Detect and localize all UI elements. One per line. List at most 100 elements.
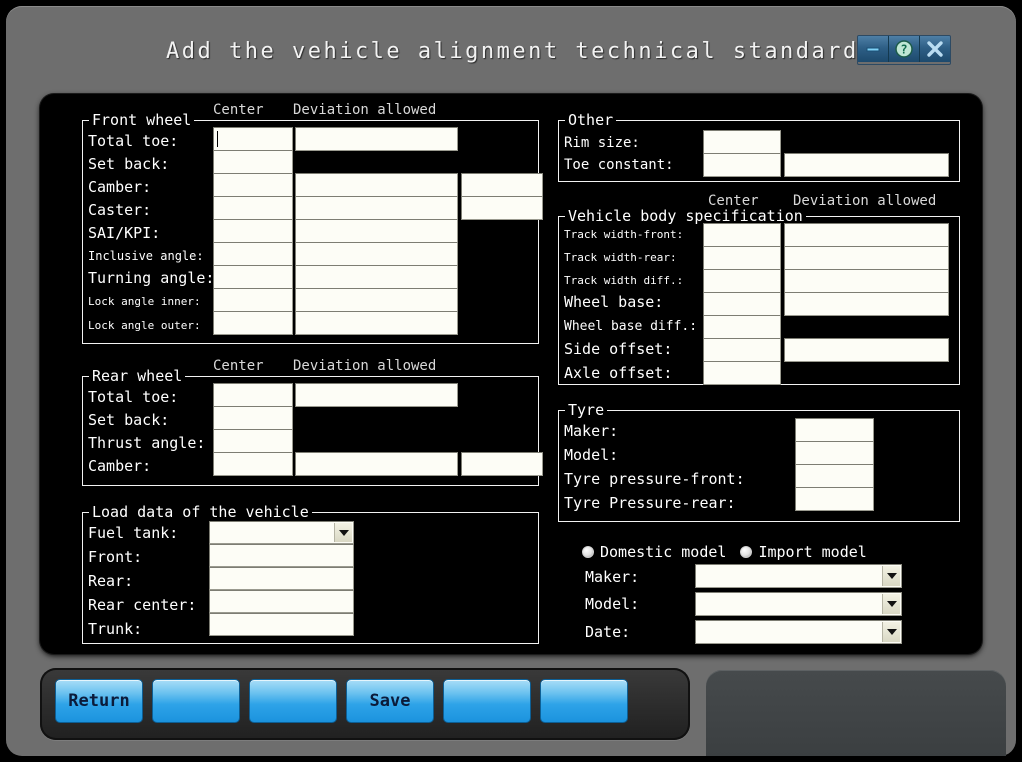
input-front-lock-outer-deviation[interactable] xyxy=(295,311,458,335)
input-side-offset-deviation[interactable] xyxy=(784,338,949,362)
toolbar-button-5[interactable] xyxy=(443,679,531,723)
tyre-legend: Tyre xyxy=(565,401,608,419)
svg-text:?: ? xyxy=(900,43,907,57)
input-front-caster-center[interactable] xyxy=(213,196,293,220)
label-tyre-maker: Maker: xyxy=(564,422,619,440)
label-vehicle-date: Date: xyxy=(585,623,631,641)
input-tyre-pressure-rear[interactable] xyxy=(795,487,874,511)
input-trunk[interactable] xyxy=(209,613,354,636)
label-front-camber: Camber: xyxy=(88,178,152,196)
chevron-down-icon[interactable] xyxy=(334,523,352,542)
chevron-down-icon[interactable] xyxy=(882,566,900,586)
label-track-width-diff: Track width diff.: xyxy=(564,274,684,287)
input-front-set-back-center[interactable] xyxy=(213,150,293,174)
input-track-width-rear-deviation[interactable] xyxy=(784,246,949,270)
label-axle-offset: Axle offset: xyxy=(564,364,673,382)
input-rear-camber-center[interactable] xyxy=(213,452,293,476)
chevron-down-icon[interactable] xyxy=(882,622,900,642)
application-window: Add the vehicle alignment technical stan… xyxy=(6,6,1016,756)
close-x-icon xyxy=(927,41,943,57)
close-button[interactable] xyxy=(920,36,950,62)
toolbar-button-6[interactable] xyxy=(540,679,628,723)
front-center-header: Center xyxy=(213,102,264,118)
input-toe-constant-deviation[interactable] xyxy=(784,153,949,177)
chevron-down-icon[interactable] xyxy=(882,594,900,614)
input-front-sai-kpi-deviation[interactable] xyxy=(295,219,458,243)
help-button[interactable]: ? xyxy=(889,36,920,62)
input-rim-size[interactable] xyxy=(703,130,781,154)
input-rear-total-toe-center[interactable] xyxy=(213,383,293,407)
input-track-width-front-deviation[interactable] xyxy=(784,223,949,247)
input-tyre-model[interactable] xyxy=(795,441,874,465)
radio-import-model[interactable] xyxy=(740,546,753,558)
label-front-turning-angle: Turning angle: xyxy=(88,269,215,287)
input-front-caster-extra[interactable] xyxy=(461,196,543,220)
input-rear-set-back-center[interactable] xyxy=(213,406,293,430)
input-rear-camber-extra[interactable] xyxy=(461,452,543,476)
input-front-lock-inner-deviation[interactable] xyxy=(295,288,458,312)
input-wheel-base-diff-center[interactable] xyxy=(703,315,781,339)
save-button[interactable]: Save xyxy=(346,679,434,723)
toolbar-button-2[interactable] xyxy=(152,679,240,723)
radio-label-domestic-model[interactable]: Domestic model xyxy=(600,543,726,561)
front-wheel-legend: Front wheel xyxy=(89,111,195,129)
label-front-lock-angle-inner: Lock angle inner: xyxy=(88,295,201,308)
label-rear-center: Rear center: xyxy=(88,596,197,614)
toolbar-button-3[interactable] xyxy=(249,679,337,723)
rear-center-header: Center xyxy=(213,358,264,374)
label-vehicle-model: Model: xyxy=(585,595,640,613)
combo-fuel-tank[interactable] xyxy=(209,521,354,544)
input-front-lock-outer-center[interactable] xyxy=(213,311,293,335)
input-front-camber-center[interactable] xyxy=(213,173,293,197)
input-track-width-rear-center[interactable] xyxy=(703,246,781,270)
input-rear-camber-deviation[interactable] xyxy=(295,452,458,476)
input-track-width-diff-deviation[interactable] xyxy=(784,269,949,293)
input-front-turning-angle-center[interactable] xyxy=(213,265,293,289)
label-vehicle-maker: Maker: xyxy=(585,568,640,586)
input-front-inclusive-angle-center[interactable] xyxy=(213,242,293,266)
form-panel: Center Deviation allowed Front wheel Tot… xyxy=(40,94,982,654)
input-front-lock-inner-center[interactable] xyxy=(213,288,293,312)
input-side-offset-center[interactable] xyxy=(703,338,781,362)
combo-vehicle-model[interactable] xyxy=(695,592,902,616)
label-rear-camber: Camber: xyxy=(88,457,152,475)
combo-vehicle-date[interactable] xyxy=(695,620,902,644)
input-rear-center[interactable] xyxy=(209,590,354,613)
input-wheel-base-deviation[interactable] xyxy=(784,292,949,316)
combo-vehicle-maker[interactable] xyxy=(695,564,902,588)
radio-domestic-model[interactable] xyxy=(582,546,594,558)
label-tyre-pressure-front: Tyre pressure-front: xyxy=(564,470,745,488)
input-front-inclusive-angle-deviation[interactable] xyxy=(295,242,458,266)
question-mark-icon: ? xyxy=(895,40,913,58)
input-load-rear[interactable] xyxy=(209,567,354,590)
input-toe-constant-center[interactable] xyxy=(703,153,781,177)
input-rear-thrust-angle-center[interactable] xyxy=(213,429,293,453)
input-axle-offset-center[interactable] xyxy=(703,361,781,385)
input-front-camber-deviation[interactable] xyxy=(295,173,458,197)
radio-label-import-model[interactable]: Import model xyxy=(758,543,866,561)
input-front-sai-kpi-center[interactable] xyxy=(213,219,293,243)
input-tyre-maker[interactable] xyxy=(795,418,874,442)
label-fuel-tank: Fuel tank: xyxy=(88,524,179,542)
label-side-offset: Side offset: xyxy=(564,340,673,358)
return-button[interactable]: Return xyxy=(55,679,143,723)
rear-deviation-header: Deviation allowed xyxy=(293,358,437,374)
input-front-caster-deviation[interactable] xyxy=(295,196,458,220)
input-load-front[interactable] xyxy=(209,544,354,567)
label-load-front: Front: xyxy=(88,548,143,566)
input-wheel-base-center[interactable] xyxy=(703,292,781,316)
input-track-width-diff-center[interactable] xyxy=(703,269,781,293)
input-front-camber-extra[interactable] xyxy=(461,173,543,197)
label-rim-size: Rim size: xyxy=(564,135,640,151)
input-rear-total-toe-deviation[interactable] xyxy=(295,383,458,407)
minimize-button[interactable] xyxy=(858,36,889,62)
input-front-turning-angle-deviation[interactable] xyxy=(295,265,458,289)
load-data-legend: Load data of the vehicle xyxy=(89,503,312,521)
input-front-total-toe-center[interactable] xyxy=(213,127,293,151)
input-front-total-toe-deviation[interactable] xyxy=(295,127,458,151)
minimize-icon xyxy=(866,47,880,52)
label-front-sai-kpi: SAI/KPI: xyxy=(88,224,161,242)
body-deviation-header: Deviation allowed xyxy=(793,193,937,209)
input-track-width-front-center[interactable] xyxy=(703,223,781,247)
input-tyre-pressure-front[interactable] xyxy=(795,464,874,488)
